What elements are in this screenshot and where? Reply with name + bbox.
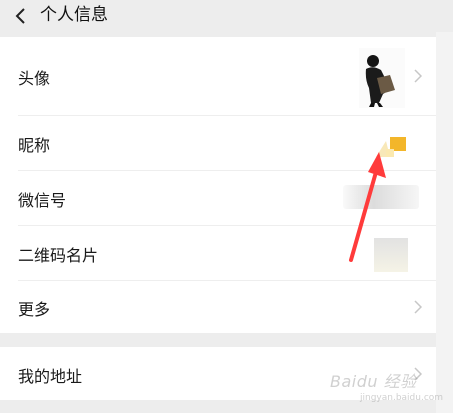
red-arrow-annotation — [349, 152, 386, 262]
more-row[interactable]: 更多 — [0, 281, 436, 333]
baidu-watermark-url: jingyan.baidu.com — [360, 393, 444, 403]
more-label: 更多 — [18, 300, 51, 319]
right-edge-strip — [436, 0, 453, 413]
avatar-label: 头像 — [18, 69, 51, 88]
chevron-right-icon — [414, 300, 422, 314]
qr-card-label: 二维码名片 — [18, 246, 99, 265]
wechat-id-label: 微信号 — [18, 191, 67, 210]
chevron-left-icon[interactable] — [14, 8, 28, 24]
address-label: 我的地址 — [18, 367, 83, 386]
avatar-image[interactable] — [359, 48, 405, 108]
chevron-right-icon — [414, 69, 422, 83]
top-nav-bar: 个人信息 — [0, 0, 453, 32]
page-title: 个人信息 — [40, 5, 108, 25]
baidu-watermark: Baidu 经验 — [330, 372, 417, 391]
nickname-label: 昵称 — [18, 136, 51, 155]
